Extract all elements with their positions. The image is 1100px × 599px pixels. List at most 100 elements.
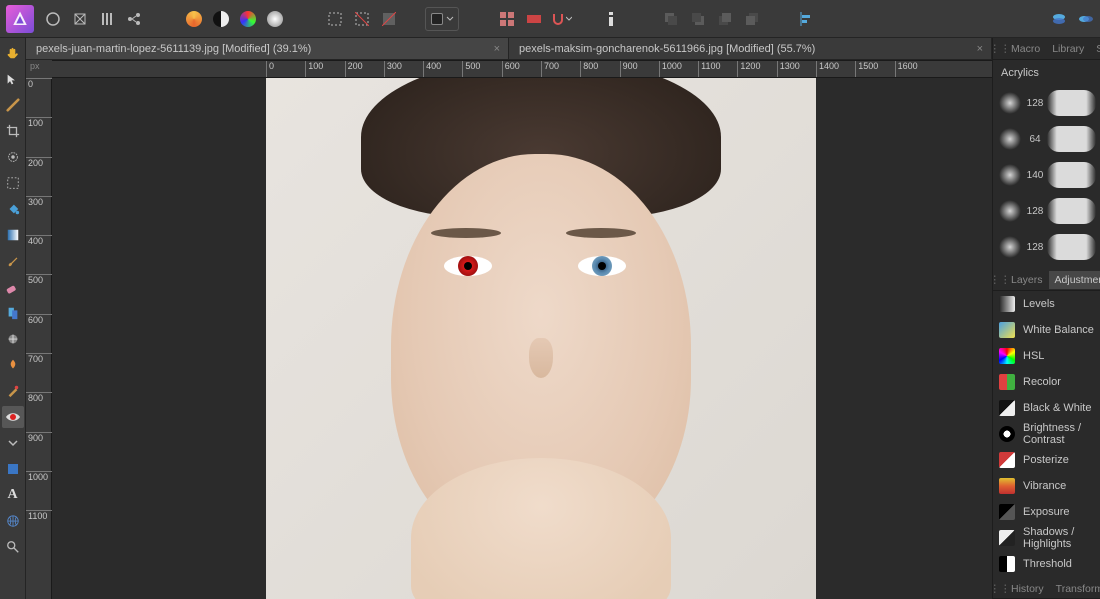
adjustment-whitebalance[interactable]: White Balance xyxy=(993,317,1100,343)
adjustment-bc[interactable]: Brightness / Contrast xyxy=(993,421,1100,447)
close-icon[interactable]: × xyxy=(975,43,985,55)
adjustment-label: Levels xyxy=(1023,298,1055,310)
paint-brush-tool[interactable] xyxy=(2,250,24,272)
align-left-icon[interactable] xyxy=(794,7,818,31)
adjustment-label: Brightness / Contrast xyxy=(1023,422,1094,446)
adjustment-posterize[interactable]: Posterize xyxy=(993,447,1100,473)
adjustment-label: Recolor xyxy=(1023,376,1061,388)
swatch-rgb-icon[interactable] xyxy=(236,7,260,31)
adjustment-label: Threshold xyxy=(1023,558,1072,570)
ruler-tick: 600 xyxy=(26,314,52,315)
brush-thumb-icon xyxy=(999,236,1021,258)
marquee-tool[interactable] xyxy=(2,172,24,194)
ruler-tick: 300 xyxy=(26,196,52,197)
tab-swatches[interactable]: Swatch xyxy=(1090,40,1100,58)
marquee-select-icon[interactable] xyxy=(323,7,347,31)
red-eye-tool[interactable] xyxy=(2,406,24,428)
adjustment-exposure[interactable]: Exposure xyxy=(993,499,1100,525)
swatch-bw-icon[interactable] xyxy=(209,7,233,31)
dodge-tool[interactable] xyxy=(2,328,24,350)
invert-select-icon[interactable] xyxy=(377,7,401,31)
gradient-tool[interactable] xyxy=(2,224,24,246)
liquify-persona-icon[interactable] xyxy=(68,7,92,31)
cell-icon[interactable] xyxy=(522,7,546,31)
ruler-tick: 700 xyxy=(26,353,52,354)
export-persona-icon[interactable] xyxy=(122,7,146,31)
info-icon[interactable] xyxy=(599,7,623,31)
brush-preset[interactable]: 64 xyxy=(997,121,1096,157)
brush-stroke-preview xyxy=(1047,90,1096,116)
tab-document-2[interactable]: pexels-maksim-goncharenok-5611966.jpg [M… xyxy=(509,38,992,59)
erase-tool[interactable] xyxy=(2,276,24,298)
selection-brush-tool[interactable] xyxy=(2,146,24,168)
arrange-forward-icon xyxy=(713,7,737,31)
ruler-vertical[interactable]: 010020030040050060070080090010001100 xyxy=(26,78,52,599)
layer-dup-icon[interactable] xyxy=(1074,7,1098,31)
layer-new-icon[interactable] xyxy=(1047,7,1071,31)
photo-persona-icon[interactable] xyxy=(41,7,65,31)
swatch-orange-icon[interactable] xyxy=(182,7,206,31)
zoom-tool[interactable] xyxy=(2,536,24,558)
adjustment-bw[interactable]: Black & White xyxy=(993,395,1100,421)
magnet-snap-icon[interactable] xyxy=(549,7,573,31)
tab-adjustment[interactable]: Adjustment xyxy=(1049,271,1100,289)
grip-icon[interactable]: ⋮⋮ xyxy=(995,583,1005,595)
brush-size-label: 128 xyxy=(1023,98,1047,109)
canvas[interactable] xyxy=(52,78,992,599)
bc-icon xyxy=(999,426,1015,442)
inpainting-tool[interactable] xyxy=(2,380,24,402)
ruler-tick: 600 xyxy=(502,61,503,78)
brush-size-label: 64 xyxy=(1023,134,1047,145)
tab-macro[interactable]: Macro xyxy=(1005,40,1046,58)
adjustment-threshold[interactable]: Threshold xyxy=(993,551,1100,577)
brush-category[interactable]: Acrylics xyxy=(997,64,1096,85)
exposure-icon xyxy=(999,504,1015,520)
brush-preset[interactable]: 128 xyxy=(997,229,1096,265)
text-tool[interactable]: A xyxy=(2,484,24,506)
brush-preset[interactable]: 140 xyxy=(997,157,1096,193)
tab-layers[interactable]: Layers xyxy=(1005,271,1049,289)
adjustment-vibrance[interactable]: Vibrance xyxy=(993,473,1100,499)
adjustment-hsl[interactable]: HSL xyxy=(993,343,1100,369)
smudge-tool[interactable] xyxy=(2,354,24,376)
grip-icon[interactable]: ⋮⋮ xyxy=(995,43,1005,55)
grip-icon[interactable]: ⋮⋮ xyxy=(995,274,1005,286)
ruler-tick: 500 xyxy=(462,61,463,78)
quick-mask-dropdown[interactable] xyxy=(425,7,459,31)
ruler-tick: 800 xyxy=(580,61,581,78)
adjustment-recolor[interactable]: Recolor xyxy=(993,369,1100,395)
posterize-icon xyxy=(999,452,1015,468)
swatch-grey-icon[interactable] xyxy=(263,7,287,31)
ruler-horizontal[interactable]: 0100200300400500600700800900100011001200… xyxy=(52,60,992,78)
adjustment-levels[interactable]: Levels xyxy=(993,291,1100,317)
crop-tool[interactable] xyxy=(2,120,24,142)
deselect-icon[interactable] xyxy=(350,7,374,31)
view-tool[interactable] xyxy=(2,94,24,116)
clone-tool[interactable] xyxy=(2,302,24,324)
brush-preset[interactable]: 128 xyxy=(997,193,1096,229)
panel-tabs-bottom: ⋮⋮ History Transform Ch xyxy=(993,579,1100,599)
tab-library[interactable]: Library xyxy=(1046,40,1090,58)
grid-icon[interactable] xyxy=(495,7,519,31)
move-tool[interactable] xyxy=(2,68,24,90)
right-panels: ⋮⋮ Macro Library Swatch Acrylics 128 64 14… xyxy=(992,38,1100,599)
mesh-warp-tool[interactable] xyxy=(2,510,24,532)
develop-persona-icon[interactable] xyxy=(95,7,119,31)
whitebalance-icon xyxy=(999,322,1015,338)
adjustment-label: Posterize xyxy=(1023,454,1069,466)
tab-transform[interactable]: Transform xyxy=(1050,580,1100,598)
brush-preset[interactable]: 128 xyxy=(997,85,1096,121)
ruler-tick: 1300 xyxy=(777,61,778,78)
hand-tool[interactable] xyxy=(2,42,24,64)
tab-history[interactable]: History xyxy=(1005,580,1050,598)
close-icon[interactable]: × xyxy=(492,43,502,55)
adjustment-label: White Balance xyxy=(1023,324,1094,336)
ruler-tick: 400 xyxy=(423,61,424,78)
adjustment-sh[interactable]: Shadows / Highlights xyxy=(993,525,1100,551)
rectangle-tool[interactable] xyxy=(2,458,24,480)
vibrance-icon xyxy=(999,478,1015,494)
tab-label: pexels-maksim-goncharenok-5611966.jpg [M… xyxy=(519,43,815,55)
placeholder-tool[interactable] xyxy=(2,432,24,454)
flood-fill-tool[interactable] xyxy=(2,198,24,220)
tab-document-1[interactable]: pexels-juan-martin-lopez-5611139.jpg [Mo… xyxy=(26,38,509,59)
